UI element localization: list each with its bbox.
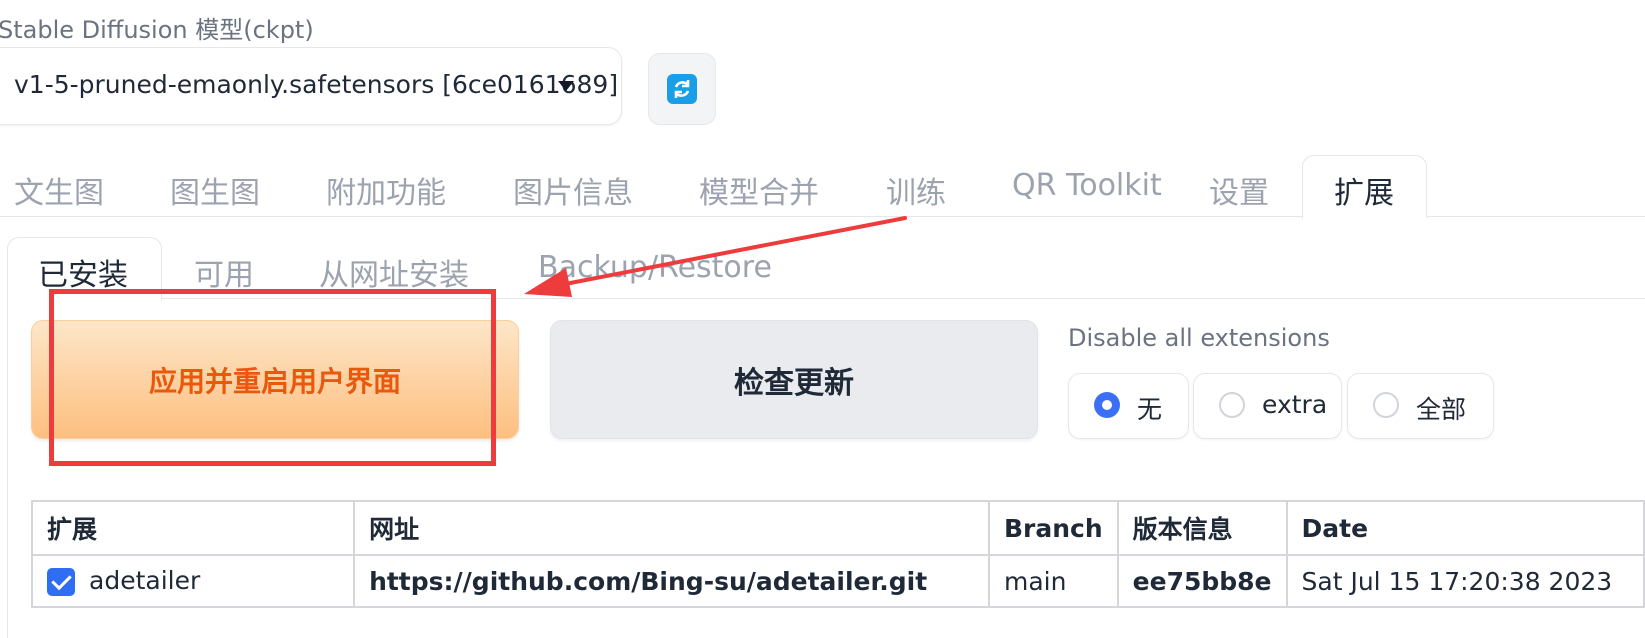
annotation-arrow-icon: [524, 216, 907, 297]
